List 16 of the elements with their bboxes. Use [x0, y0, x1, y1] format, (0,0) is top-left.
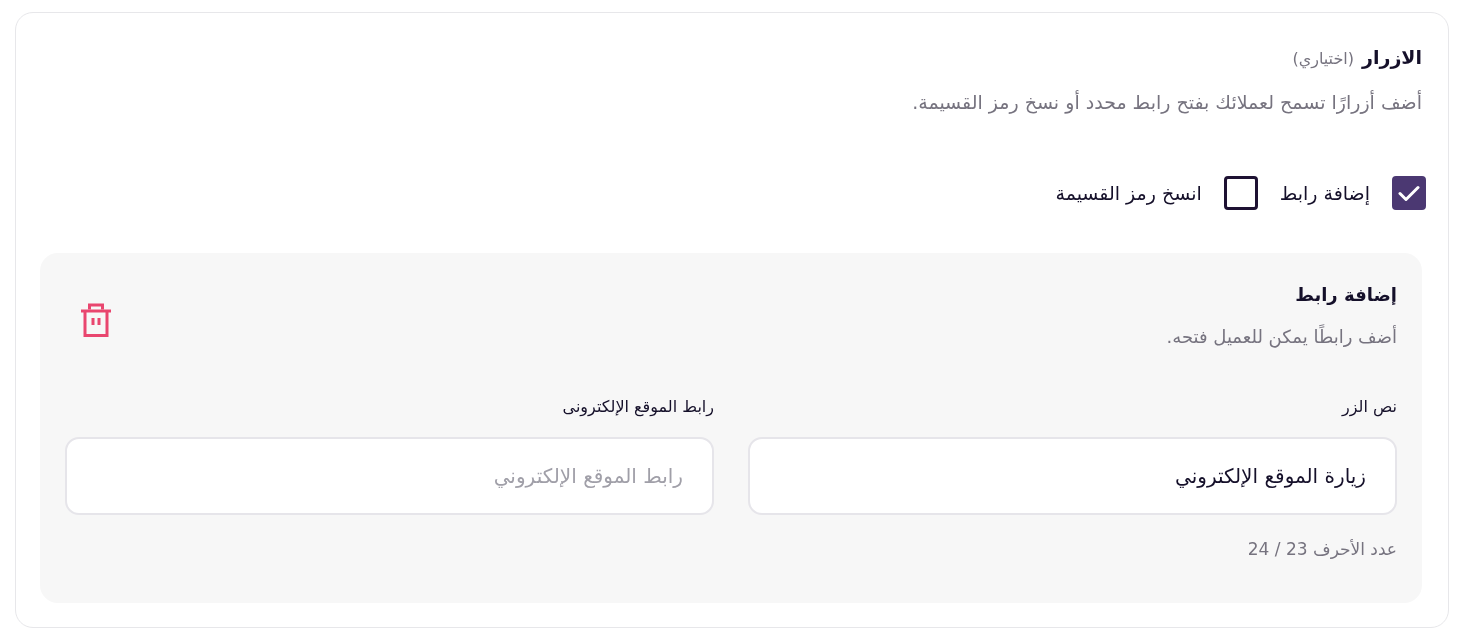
checkbox[interactable]	[1223, 176, 1258, 210]
section-description: أضف أزرارًا تسمح لعملائك بفتح رابط محدد أو نسخ رمز القسيمة.	[911, 89, 1422, 116]
panel-title: إضافة رابط	[1294, 283, 1397, 307]
field-label: رابط الموقع الإلكترونى	[562, 396, 714, 419]
optional-label: (اختياري)	[1292, 48, 1354, 71]
field-label: نص الزر	[1342, 396, 1397, 419]
option-label[interactable]: انسخ رمز القسيمة	[1055, 179, 1202, 207]
checkbox[interactable]	[1392, 176, 1426, 210]
text-field[interactable]: رابط الموقع الإلكتروني	[65, 437, 714, 515]
character-counter: عدد الأحرف 23 / 24	[1247, 538, 1397, 561]
text-field[interactable]: زيارة الموقع الإلكتروني	[748, 437, 1397, 515]
check-icon	[1398, 184, 1420, 202]
section-title: الازرار	[1362, 45, 1422, 71]
option-label[interactable]: إضافة رابط	[1279, 179, 1370, 207]
panel-description: أضف رابطًا يمكن للعميل فتحه.	[1166, 323, 1397, 350]
trash-icon[interactable]	[80, 303, 112, 337]
